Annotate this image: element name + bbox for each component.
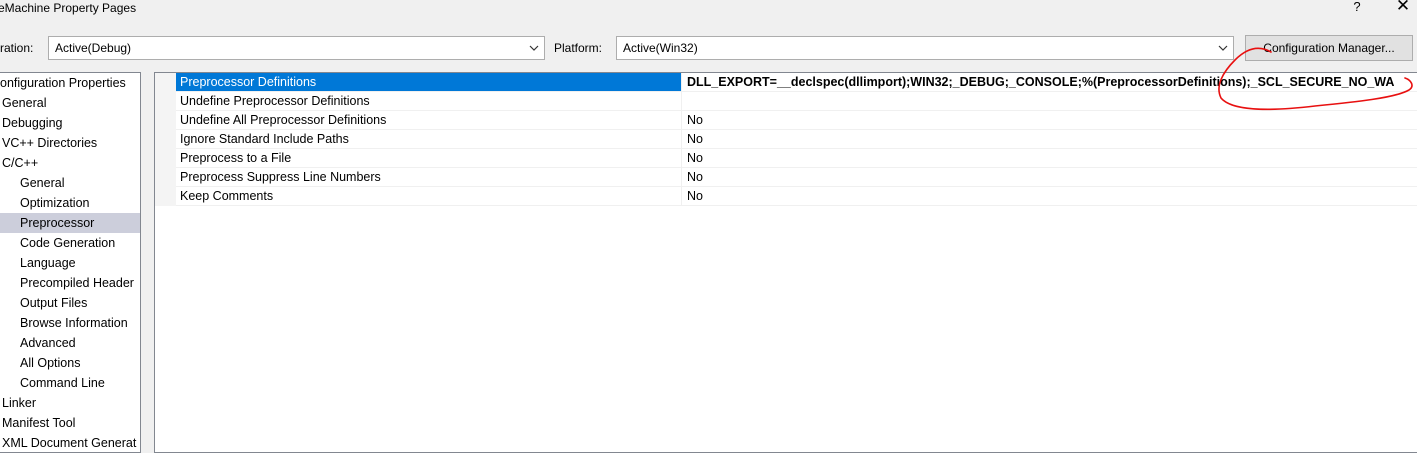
property-value[interactable]: No <box>683 111 1417 129</box>
tree-item-precompiled-header[interactable]: Precompiled Header <box>0 273 140 293</box>
tree-item-browse-information[interactable]: Browse Information <box>0 313 140 333</box>
property-name: Undefine Preprocessor Definitions <box>176 92 682 110</box>
chevron-down-icon <box>1218 45 1228 51</box>
property-value[interactable]: No <box>683 168 1417 186</box>
title-bar: eMachine Property Pages ? ✕ <box>0 0 1417 22</box>
platform-label: Platform: <box>554 41 603 55</box>
property-row-keep-comments[interactable]: Keep Comments No <box>176 187 1417 206</box>
tree-item-debugging[interactable]: Debugging <box>0 113 140 133</box>
platform-dropdown[interactable]: Active(Win32) <box>616 36 1234 60</box>
chevron-down-icon <box>529 45 539 51</box>
configuration-dropdown[interactable]: Active(Debug) <box>48 36 545 60</box>
property-value-input[interactable]: DLL_EXPORT=__declspec(dllimport);WIN32;_… <box>683 73 1395 91</box>
property-name: Undefine All Preprocessor Definitions <box>176 111 682 129</box>
property-grid: Preprocessor Definitions DLL_EXPORT=__de… <box>154 72 1417 453</box>
tree-item-manifest-tool[interactable]: Manifest Tool <box>0 413 140 433</box>
property-value[interactable]: No <box>683 187 1417 205</box>
tree-item-output-files[interactable]: Output Files <box>0 293 140 313</box>
platform-value: Active(Win32) <box>623 41 698 55</box>
property-row-undefine-preprocessor-definitions[interactable]: Undefine Preprocessor Definitions <box>176 92 1417 111</box>
window-title: eMachine Property Pages <box>0 1 137 15</box>
tree-item-all-options[interactable]: All Options <box>0 353 140 373</box>
tree-item-linker[interactable]: Linker <box>0 393 140 413</box>
property-name: Keep Comments <box>176 187 682 205</box>
property-row-ignore-standard-include-paths[interactable]: Ignore Standard Include Paths No <box>176 130 1417 149</box>
property-row-undefine-all-preprocessor-definitions[interactable]: Undefine All Preprocessor Definitions No <box>176 111 1417 130</box>
tree-item-cpp-general[interactable]: General <box>0 173 140 193</box>
tree-item-advanced[interactable]: Advanced <box>0 333 140 353</box>
property-name: Preprocessor Definitions <box>176 73 682 91</box>
configuration-label: ration: <box>0 41 34 55</box>
tree-item-c-cpp[interactable]: C/C++ <box>0 153 140 173</box>
tree-item-general[interactable]: General <box>0 93 140 113</box>
property-row-preprocess-suppress-line-numbers[interactable]: Preprocess Suppress Line Numbers No <box>176 168 1417 187</box>
tree-item-language[interactable]: Language <box>0 253 140 273</box>
tree-item-vc-directories[interactable]: VC++ Directories <box>0 133 140 153</box>
tree-item-xml-document-generator[interactable]: XML Document Generat <box>0 433 140 452</box>
configuration-value: Active(Debug) <box>55 41 132 55</box>
tree-item-code-generation[interactable]: Code Generation <box>0 233 140 253</box>
configuration-manager-button[interactable]: Configuration Manager... <box>1245 35 1413 61</box>
property-value[interactable] <box>683 92 1417 110</box>
property-name: Preprocess to a File <box>176 149 682 167</box>
tree-item-configuration-properties[interactable]: onfiguration Properties <box>0 73 140 93</box>
tree-item-preprocessor[interactable]: Preprocessor <box>0 213 140 233</box>
tree-item-command-line[interactable]: Command Line <box>0 373 140 393</box>
property-value[interactable]: No <box>683 149 1417 167</box>
tree-item-optimization[interactable]: Optimization <box>0 193 140 213</box>
property-name: Preprocess Suppress Line Numbers <box>176 168 682 186</box>
category-tree[interactable]: onfiguration Properties General Debuggin… <box>0 72 141 453</box>
close-button[interactable]: ✕ <box>1390 0 1416 16</box>
property-row-preprocess-to-a-file[interactable]: Preprocess to a File No <box>176 149 1417 168</box>
property-name: Ignore Standard Include Paths <box>176 130 682 148</box>
property-value[interactable]: No <box>683 130 1417 148</box>
grid-gutter <box>155 73 176 206</box>
property-row-preprocessor-definitions[interactable]: Preprocessor Definitions DLL_EXPORT=__de… <box>176 73 1417 92</box>
help-button[interactable]: ? <box>1344 0 1370 16</box>
